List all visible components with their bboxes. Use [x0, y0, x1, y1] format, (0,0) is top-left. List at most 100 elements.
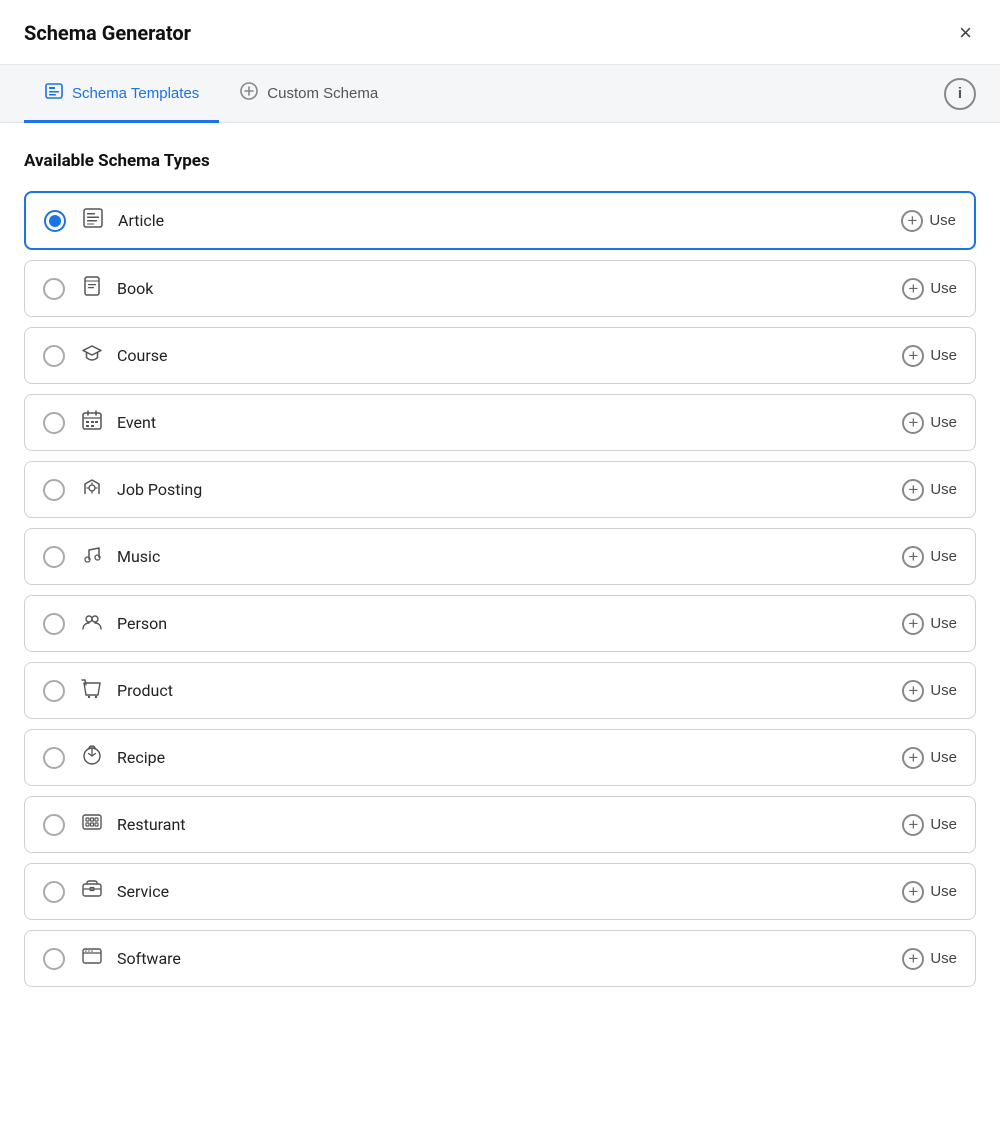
- product-label: Product: [117, 681, 902, 700]
- use-article-label: Use: [929, 212, 956, 229]
- schema-item-event[interactable]: Event + Use: [24, 394, 976, 451]
- schema-item-person[interactable]: Person + Use: [24, 595, 976, 652]
- radio-music: [43, 546, 65, 568]
- tab-custom-schema[interactable]: Custom Schema: [219, 65, 398, 123]
- use-music-button[interactable]: + Use: [902, 546, 957, 568]
- info-button[interactable]: i: [944, 78, 976, 110]
- template-svg: [44, 81, 64, 101]
- radio-person: [43, 613, 65, 635]
- use-person-button[interactable]: + Use: [902, 613, 957, 635]
- tab-bar: Schema Templates Custom Schema i: [0, 65, 1000, 123]
- plus-circle-icon: +: [902, 747, 924, 769]
- tab-templates-label: Schema Templates: [72, 85, 199, 102]
- plus-circle-icon: +: [902, 345, 924, 367]
- use-event-button[interactable]: + Use: [902, 412, 957, 434]
- event-icon: [79, 409, 105, 436]
- plus-circle-icon: +: [902, 278, 924, 300]
- schema-item-course[interactable]: Course + Use: [24, 327, 976, 384]
- radio-event: [43, 412, 65, 434]
- use-service-button[interactable]: + Use: [902, 881, 957, 903]
- plus-circle-icon: +: [902, 479, 924, 501]
- use-job-posting-button[interactable]: + Use: [902, 479, 957, 501]
- schema-item-restaurant[interactable]: Resturant + Use: [24, 796, 976, 853]
- tab-schema-templates[interactable]: Schema Templates: [24, 65, 219, 123]
- template-icon: [44, 81, 64, 106]
- schema-item-job-posting[interactable]: Job Posting + Use: [24, 461, 976, 518]
- radio-service: [43, 881, 65, 903]
- article-icon: [80, 207, 106, 234]
- use-product-button[interactable]: + Use: [902, 680, 957, 702]
- radio-product: [43, 680, 65, 702]
- job-posting-label: Job Posting: [117, 480, 902, 499]
- use-software-button[interactable]: + Use: [902, 948, 957, 970]
- header: Schema Generator ×: [0, 0, 1000, 65]
- service-icon: [79, 878, 105, 905]
- person-label: Person: [117, 614, 902, 633]
- course-icon: [79, 342, 105, 369]
- use-person-label: Use: [930, 615, 957, 632]
- article-label: Article: [118, 211, 901, 230]
- use-music-label: Use: [930, 548, 957, 565]
- use-restaurant-button[interactable]: + Use: [902, 814, 957, 836]
- plus-circle-svg: [239, 81, 259, 101]
- use-recipe-label: Use: [930, 749, 957, 766]
- tab-custom-label: Custom Schema: [267, 85, 378, 102]
- software-icon: [79, 945, 105, 972]
- use-restaurant-label: Use: [930, 816, 957, 833]
- schema-item-software[interactable]: Software + Use: [24, 930, 976, 987]
- schema-item-recipe[interactable]: Recipe + Use: [24, 729, 976, 786]
- radio-course: [43, 345, 65, 367]
- music-label: Music: [117, 547, 902, 566]
- radio-book: [43, 278, 65, 300]
- schema-item-book[interactable]: Book + Use: [24, 260, 976, 317]
- plus-circle-icon: +: [902, 881, 924, 903]
- recipe-icon: [79, 744, 105, 771]
- use-product-label: Use: [930, 682, 957, 699]
- schema-item-service[interactable]: Service + Use: [24, 863, 976, 920]
- main-content: Available Schema Types Article + Use: [0, 123, 1000, 1011]
- radio-restaurant: [43, 814, 65, 836]
- use-software-label: Use: [930, 950, 957, 967]
- use-job-posting-label: Use: [930, 481, 957, 498]
- plus-circle-icon: +: [902, 948, 924, 970]
- radio-recipe: [43, 747, 65, 769]
- use-book-label: Use: [930, 280, 957, 297]
- use-event-label: Use: [930, 414, 957, 431]
- plus-circle-icon: +: [901, 210, 923, 232]
- service-label: Service: [117, 882, 902, 901]
- music-icon: [79, 543, 105, 570]
- book-icon: [79, 275, 105, 302]
- use-course-button[interactable]: + Use: [902, 345, 957, 367]
- plus-circle-icon: +: [902, 814, 924, 836]
- schema-list: Article + Use Book + Use: [24, 191, 976, 987]
- person-icon: [79, 610, 105, 637]
- use-course-label: Use: [930, 347, 957, 364]
- software-label: Software: [117, 949, 902, 968]
- recipe-label: Recipe: [117, 748, 902, 767]
- info-icon: i: [958, 85, 962, 102]
- use-service-label: Use: [930, 883, 957, 900]
- schema-item-music[interactable]: Music + Use: [24, 528, 976, 585]
- book-label: Book: [117, 279, 902, 298]
- plus-circle-icon: +: [902, 680, 924, 702]
- course-label: Course: [117, 346, 902, 365]
- radio-article: [44, 210, 66, 232]
- radio-software: [43, 948, 65, 970]
- use-recipe-button[interactable]: + Use: [902, 747, 957, 769]
- close-button[interactable]: ×: [955, 18, 976, 48]
- schema-item-article[interactable]: Article + Use: [24, 191, 976, 250]
- restaurant-label: Resturant: [117, 815, 902, 834]
- event-label: Event: [117, 413, 902, 432]
- section-title: Available Schema Types: [24, 151, 976, 171]
- custom-schema-icon: [239, 81, 259, 106]
- plus-circle-icon: +: [902, 613, 924, 635]
- use-article-button[interactable]: + Use: [901, 210, 956, 232]
- job-posting-icon: [79, 476, 105, 503]
- use-book-button[interactable]: + Use: [902, 278, 957, 300]
- restaurant-icon: [79, 811, 105, 838]
- dialog-title: Schema Generator: [24, 21, 191, 45]
- radio-job-posting: [43, 479, 65, 501]
- product-icon: [79, 677, 105, 704]
- plus-circle-icon: +: [902, 412, 924, 434]
- schema-item-product[interactable]: Product + Use: [24, 662, 976, 719]
